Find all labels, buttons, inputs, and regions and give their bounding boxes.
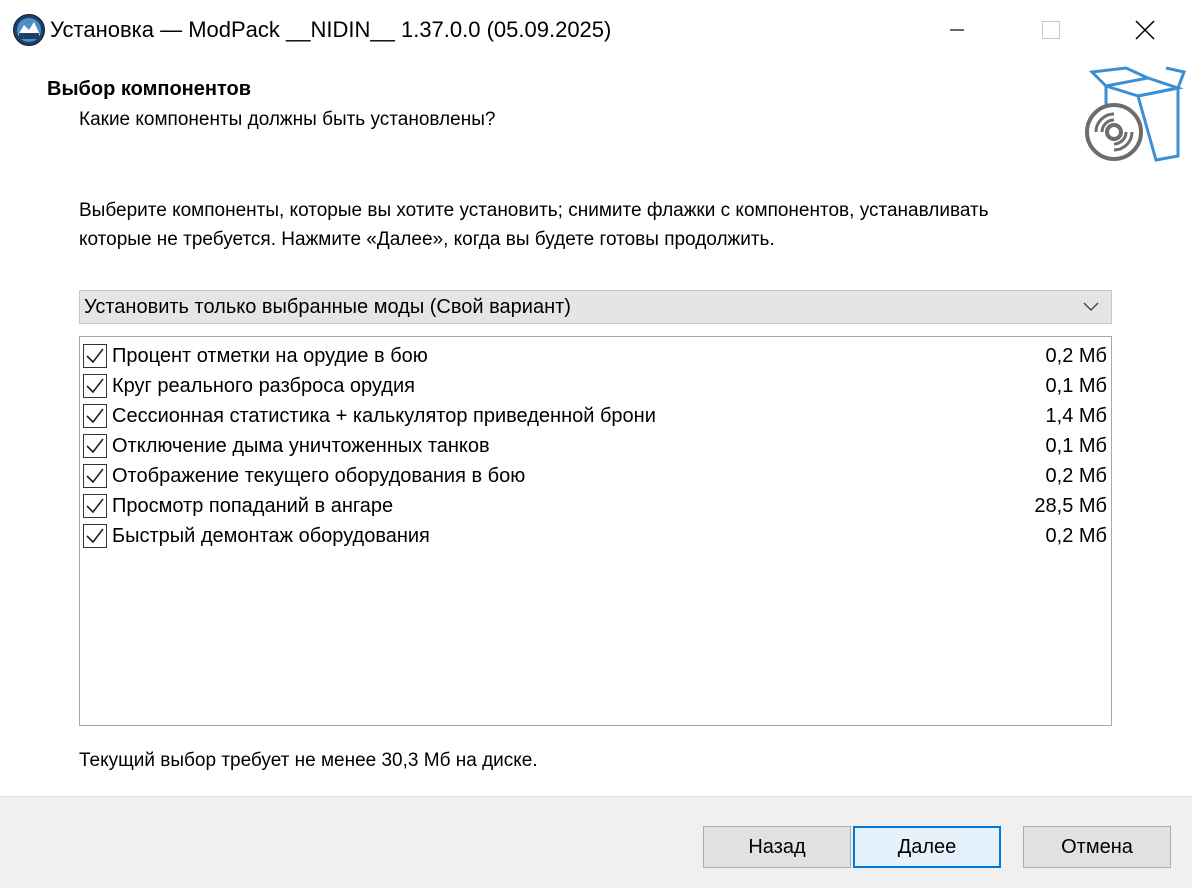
checkmark-icon [86,408,104,424]
checkmark-icon [86,528,104,544]
cancel-button[interactable]: Отмена [1023,826,1171,868]
install-type-value: Установить только выбранные моды (Свой в… [84,295,571,318]
back-button[interactable]: Назад [703,826,851,868]
component-size: 0,2 Мб [1045,345,1107,367]
modpack-logo-icon [12,13,46,47]
component-size: 1,4 Мб [1045,405,1107,427]
install-type-select[interactable]: Установить только выбранные моды (Свой в… [79,290,1112,324]
list-item[interactable]: Быстрый демонтаж оборудования 0,2 Мб [80,520,1111,550]
list-item[interactable]: Круг реального разброса орудия 0,1 Мб [80,370,1111,400]
minimize-button[interactable] [910,0,1004,60]
component-size: 0,2 Мб [1045,465,1107,487]
checkmark-icon [86,378,104,394]
title-bar: Установка — ModPack __NIDIN__ 1.37.0.0 (… [0,0,1192,60]
instructions-line-2: которые не требуется. Нажмите «Далее», к… [79,229,775,250]
component-checkbox[interactable] [83,404,107,428]
component-label: Отключение дыма уничтоженных танков [112,435,490,457]
component-checkbox[interactable] [83,524,107,548]
list-item[interactable]: Просмотр попаданий в ангаре 28,5 Мб [80,490,1111,520]
component-label: Отображение текущего оборудования в бою [112,465,526,487]
component-size: 28,5 Мб [1034,495,1107,517]
maximize-button[interactable] [1004,0,1098,60]
component-label: Сессионная статистика + калькулятор прив… [112,405,656,427]
component-size: 0,1 Мб [1045,435,1107,457]
component-label: Просмотр попаданий в ангаре [112,495,394,517]
page-title: Выбор компонентов [47,78,251,100]
close-icon [1135,20,1155,40]
instructions-text: Выберите компоненты, которые вы хотите у… [79,196,989,254]
button-bar: Назад Далее Отмена [0,796,1192,888]
next-button[interactable]: Далее [853,826,1001,868]
component-label: Быстрый демонтаж оборудования [112,525,430,547]
page-header: Выбор компонентов Какие компоненты должн… [0,60,1192,175]
component-checkbox[interactable] [83,464,107,488]
page-subtitle: Какие компоненты должны быть установлены… [79,109,496,130]
instructions-line-1: Выберите компоненты, которые вы хотите у… [79,200,989,221]
window-title: Установка — ModPack __NIDIN__ 1.37.0.0 (… [50,17,612,42]
components-list[interactable]: Процент отметки на орудие в бою 0,2 Мб Кру… [79,336,1112,726]
component-checkbox[interactable] [83,344,107,368]
component-checkbox[interactable] [83,374,107,398]
close-button[interactable] [1098,0,1192,60]
component-checkbox[interactable] [83,434,107,458]
component-size: 0,1 Мб [1045,375,1107,397]
checkmark-icon [86,468,104,484]
disk-space-text: Текущий выбор требует не менее 30,3 Мб н… [79,750,538,771]
checkmark-icon [86,498,104,514]
component-label: Круг реального разброса орудия [112,375,415,397]
checkmark-icon [86,438,104,454]
checkmark-icon [86,348,104,364]
list-item[interactable]: Отображение текущего оборудования в бою 0… [80,460,1111,490]
chevron-down-icon [1071,291,1111,323]
list-item[interactable]: Процент отметки на орудие в бою 0,2 Мб [80,340,1111,370]
minimize-icon [950,29,964,31]
list-item[interactable]: Отключение дыма уничтоженных танков 0,1 М… [80,430,1111,460]
install-box-disc-icon [1082,64,1187,168]
component-size: 0,2 Мб [1045,525,1107,547]
component-label: Процент отметки на орудие в бою [112,345,428,367]
component-checkbox[interactable] [83,494,107,518]
list-item[interactable]: Сессионная статистика + калькулятор прив… [80,400,1111,430]
maximize-icon [1042,21,1060,39]
